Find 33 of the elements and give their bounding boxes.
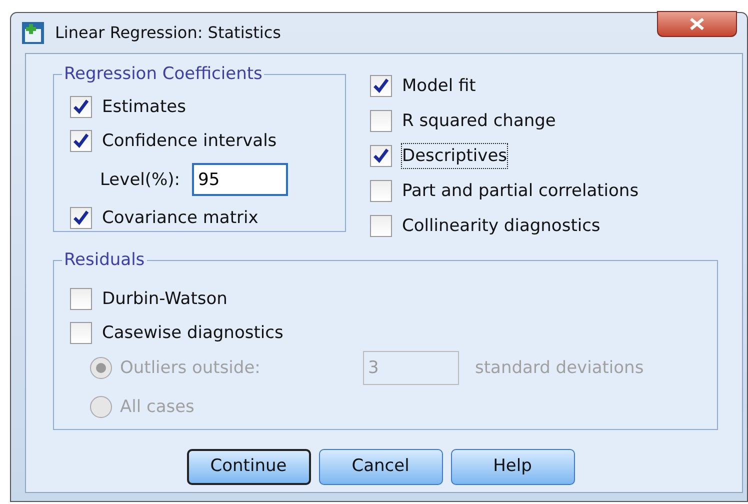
radio-label: All cases — [120, 396, 194, 419]
checkbox[interactable] — [70, 207, 92, 229]
checkbox[interactable] — [70, 288, 92, 310]
checkbox-label: Covariance matrix — [102, 207, 258, 230]
checkbox[interactable] — [70, 96, 92, 118]
checkbox-label: Descriptives — [402, 144, 508, 168]
radio-label: Outliers outside: — [120, 357, 262, 380]
dialog-button[interactable]: Cancel — [318, 449, 442, 485]
group-title: Regression Coefficients — [62, 63, 264, 85]
checkbox-label: Estimates — [102, 96, 186, 119]
close-icon — [688, 17, 706, 31]
checkbox[interactable] — [370, 180, 392, 202]
checkbox-label: R squared change — [402, 110, 556, 133]
checkbox[interactable] — [370, 75, 392, 97]
checkbox[interactable] — [70, 130, 92, 152]
level-field[interactable]: 95 — [192, 163, 288, 196]
dialog-button[interactable]: Continue — [186, 449, 310, 485]
checkbox-label: Collinearity diagnostics — [402, 215, 600, 238]
window-title: Linear Regression: Statistics — [55, 22, 281, 44]
checkbox[interactable] — [370, 145, 392, 167]
checkbox-label: Part and partial correlations — [402, 180, 639, 203]
checkbox[interactable] — [370, 110, 392, 132]
checkbox[interactable] — [370, 215, 392, 237]
dialog-button[interactable]: Help — [450, 449, 574, 485]
checkbox-label: Casewise diagnostics — [102, 322, 284, 345]
checkbox-label: Model fit — [402, 75, 476, 98]
units-label: standard deviations — [475, 357, 644, 380]
app-icon — [21, 21, 45, 45]
close-button[interactable] — [657, 11, 737, 37]
checkbox-label: Confidence intervals — [102, 130, 277, 153]
checkbox-label: Durbin-Watson — [102, 288, 228, 311]
checkbox[interactable] — [70, 322, 92, 344]
field-label: Level(%): — [100, 168, 180, 192]
